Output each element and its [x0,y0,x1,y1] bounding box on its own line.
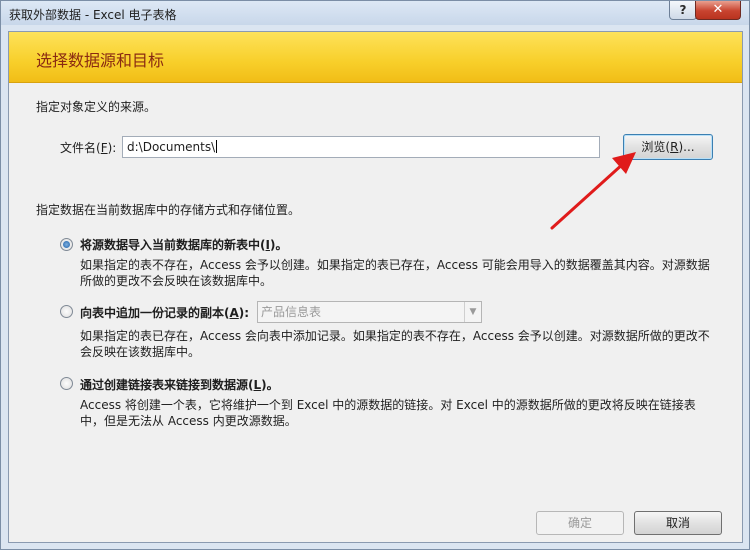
annotation-arrow-icon [550,152,636,230]
